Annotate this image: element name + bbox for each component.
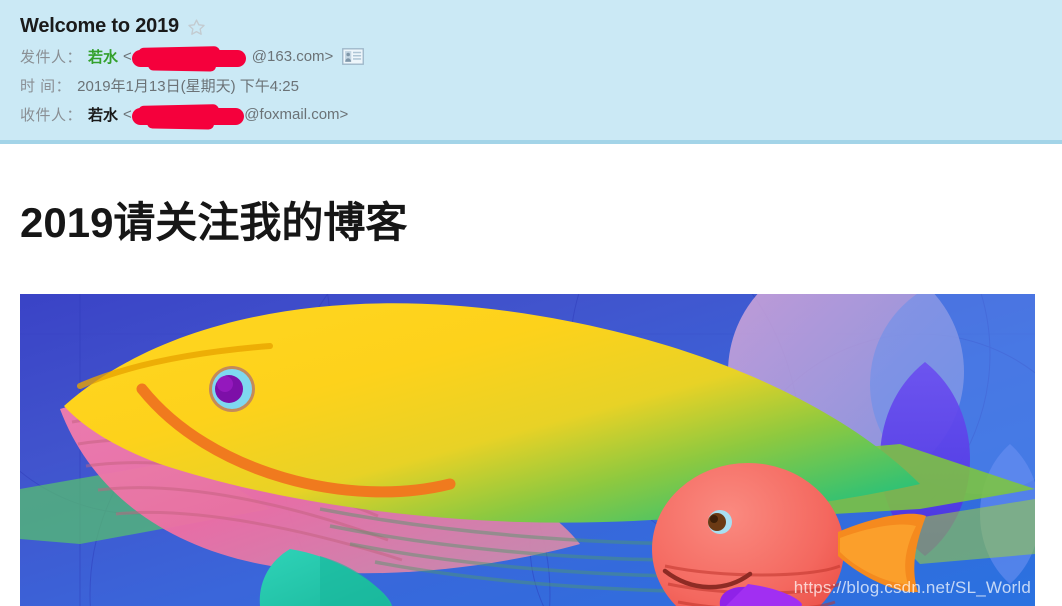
recipient-label: 收件人： (20, 107, 83, 124)
fish-illustration: https://blog.csdn.net/SL_World (20, 294, 1035, 606)
recipient-address-redacted: xxxxxxxxxxxxxxx (131, 106, 245, 125)
sender-row: 发件人： 若水 < xxxxxxxxxxxxxxxx @163.com> (20, 42, 1062, 71)
redaction-mark (131, 108, 244, 125)
subject-row: Welcome to 2019 (20, 10, 1062, 42)
date-row: 时 间： 2019年1月13日(星期天) 下午4:25 (20, 71, 1062, 100)
email-body: 2019请关注我的博客 https://blog.csdn.net/SL_Wor… (0, 144, 1062, 606)
contact-card-icon[interactable] (342, 48, 365, 65)
sender-address-domain: @163.com> (251, 48, 334, 65)
date-value: 2019年1月13日(星期天) 下午4:25 (77, 78, 299, 95)
sender-angle-open: < (123, 48, 132, 65)
body-heading: 2019请关注我的博客 (20, 199, 408, 246)
illustration-canvas (20, 294, 1035, 606)
sender-name[interactable]: 若水 (88, 46, 118, 67)
recipient-row: 收件人： 若水 < xxxxxxxxxxxxxxx @foxmail.com> (20, 100, 1062, 129)
sender-label: 发件人： (20, 49, 83, 66)
star-outline-icon[interactable] (187, 18, 206, 37)
email-header-panel: Welcome to 2019 发件人： 若水 < xxxxxxxxxxxxxx… (0, 0, 1062, 144)
recipient-address-domain: @foxmail.com> (244, 106, 349, 123)
recipient-angle-open: < (123, 106, 132, 123)
recipient-name[interactable]: 若水 (88, 104, 118, 125)
sender-address-redacted: xxxxxxxxxxxxxxxx (131, 48, 252, 67)
date-label: 时 间： (20, 78, 72, 95)
email-subject: Welcome to 2019 (20, 15, 179, 37)
redaction-mark (131, 50, 246, 67)
illustration-svg (20, 294, 1035, 606)
